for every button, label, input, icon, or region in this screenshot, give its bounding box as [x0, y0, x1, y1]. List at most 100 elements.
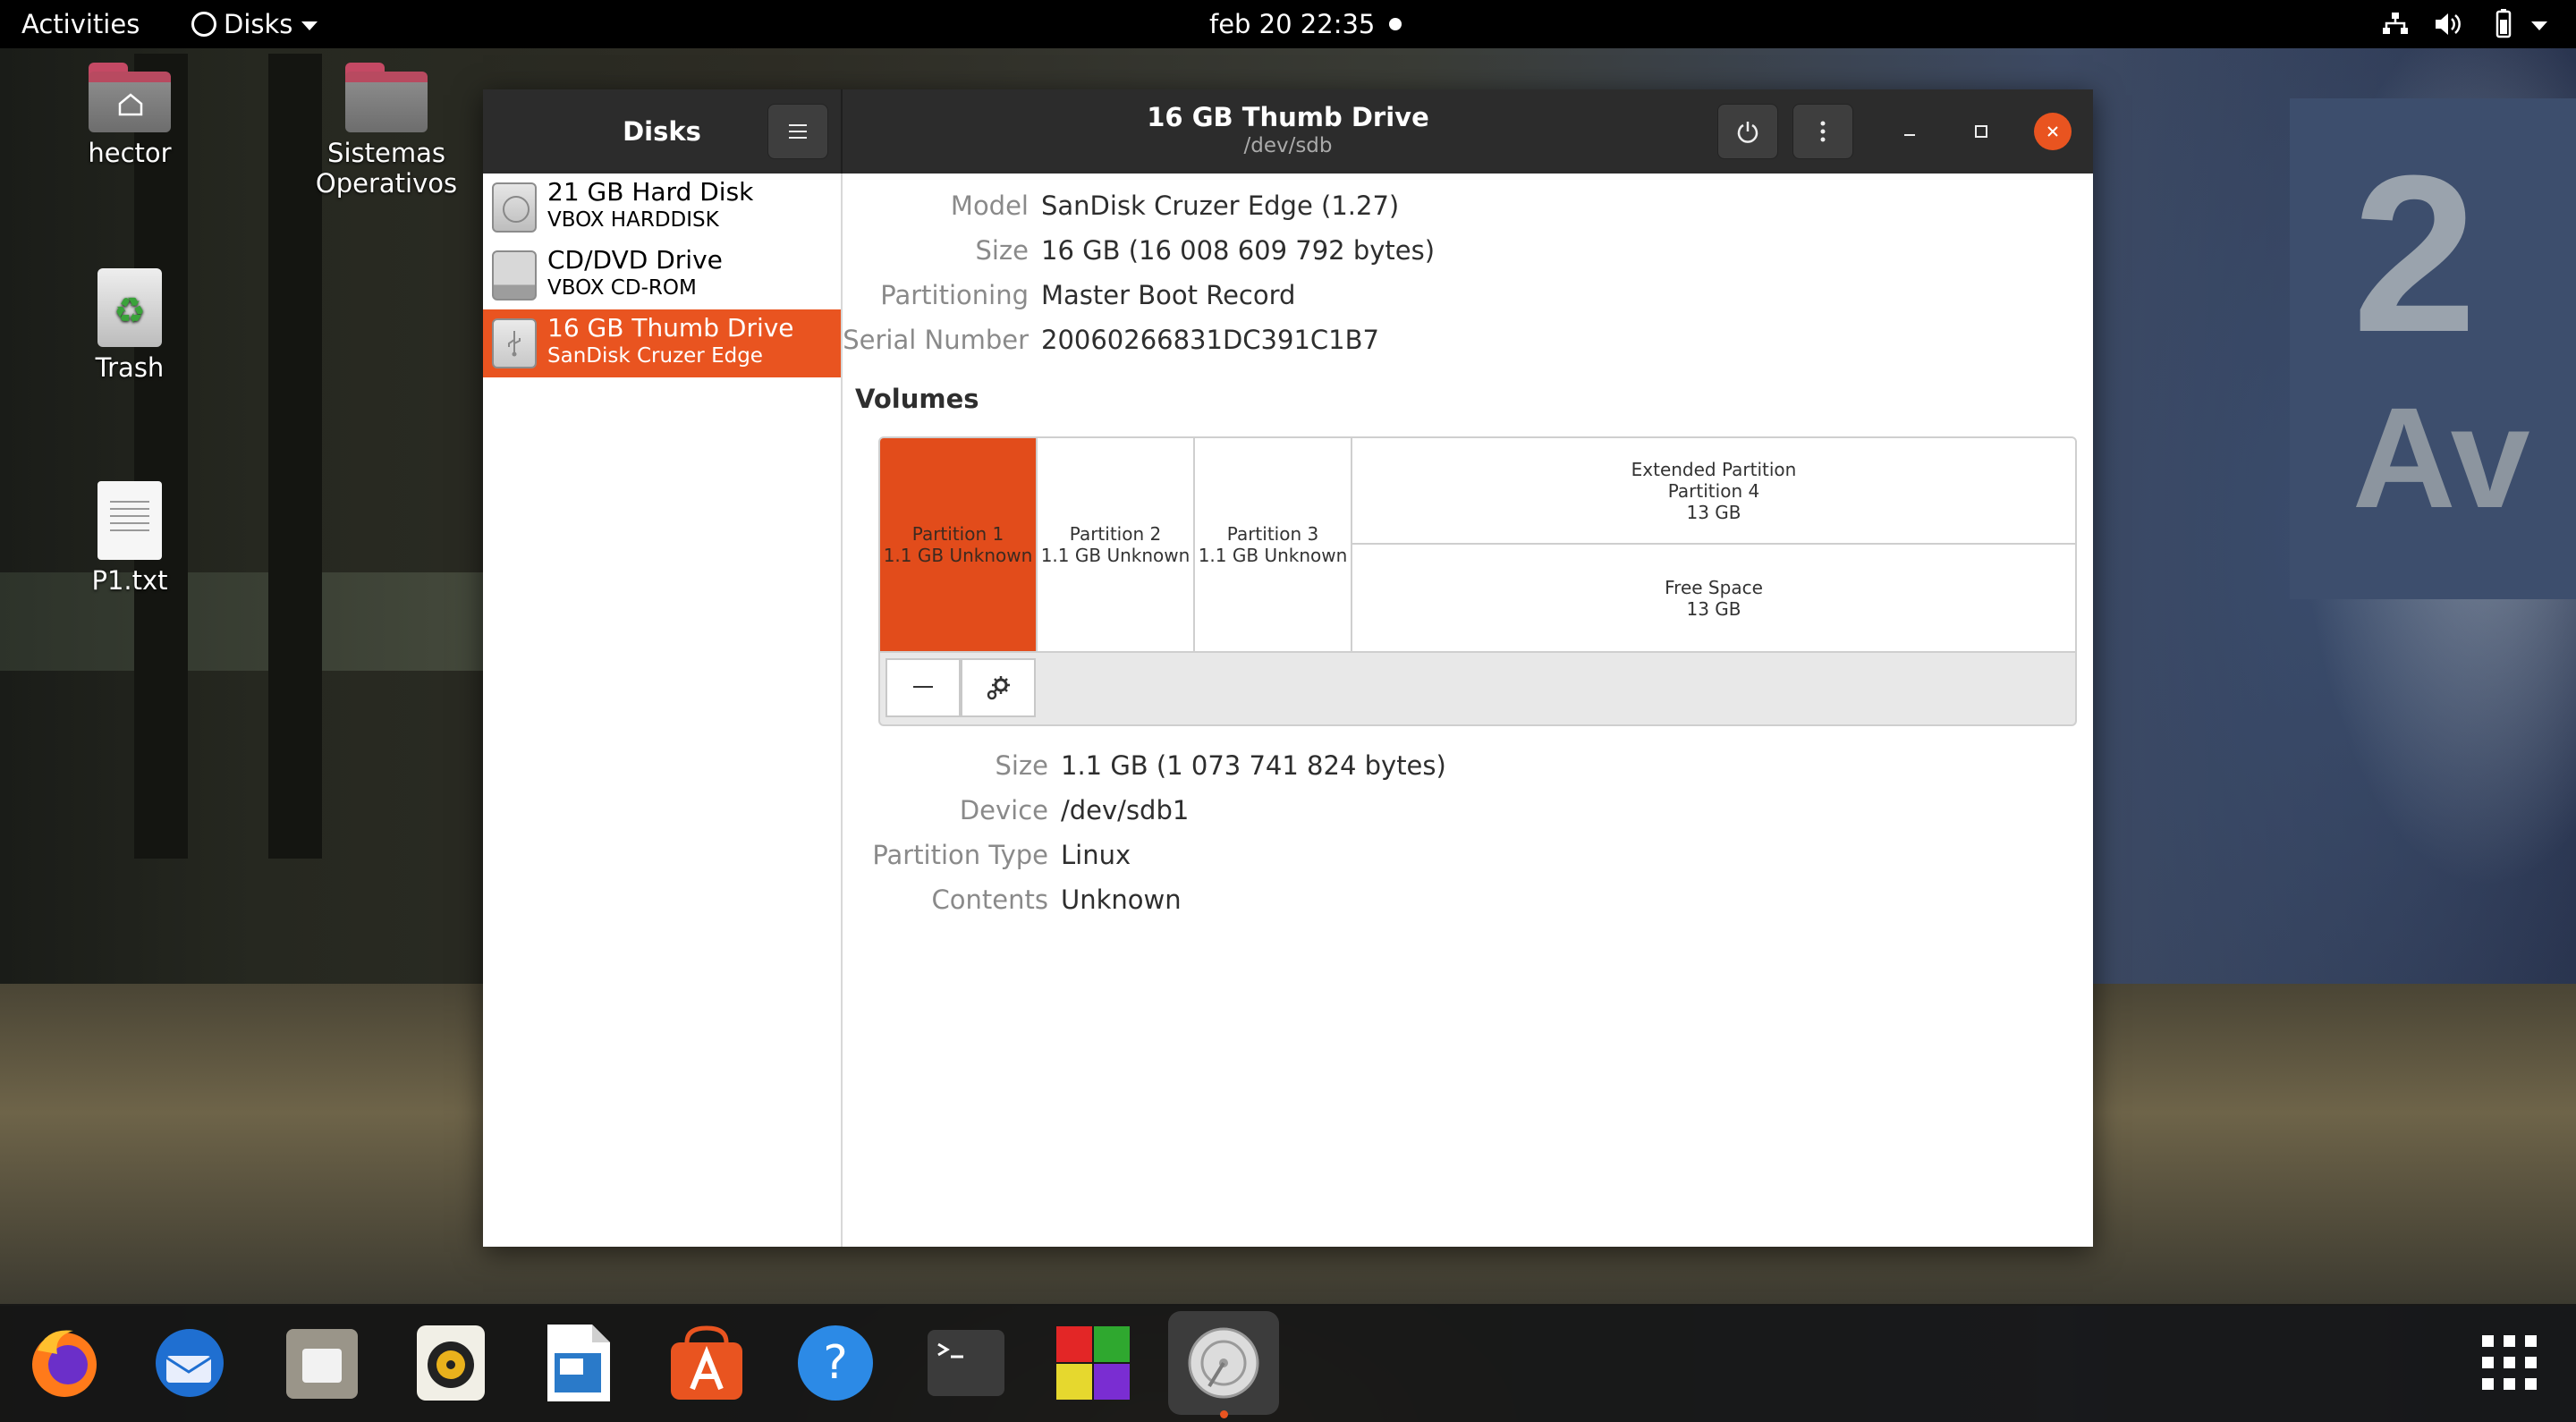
drive-item-thumb-drive[interactable]: 16 GB Thumb Drive SanDisk Cruzer Edge	[483, 309, 841, 377]
desktop-icon-label: Sistemas	[327, 138, 445, 168]
app-menu[interactable]: Disks	[191, 0, 318, 48]
drive-subtitle: VBOX HARDDISK	[547, 208, 719, 232]
optical-drive-icon	[492, 250, 537, 300]
drive-options-button[interactable]	[1792, 104, 1853, 159]
partition-detail: 1.1 GB Unknown	[1198, 545, 1348, 566]
maximize-button[interactable]	[1962, 113, 2000, 150]
extended-partition-block[interactable]: Extended Partition Partition 4 13 GB	[1352, 438, 2075, 545]
activities-button[interactable]: Activities	[21, 0, 140, 48]
free-space-block[interactable]: Free Space 13 GB	[1352, 545, 2075, 651]
chevron-down-icon	[301, 21, 318, 30]
free-space-line: 13 GB	[1686, 597, 1741, 620]
partition-type-value: Linux	[1061, 840, 1131, 870]
app-menu-label: Disks	[224, 9, 293, 39]
wallpaper-pillar	[134, 54, 188, 859]
hamburger-menu-button[interactable]	[767, 104, 828, 159]
close-button[interactable]	[2034, 113, 2072, 150]
device-label: Device	[959, 795, 1048, 825]
maximize-icon	[1975, 125, 1987, 138]
desktop-icon-trash[interactable]: ♻ Trash	[72, 268, 188, 383]
close-icon	[2047, 126, 2058, 137]
serial-number-label: Serial Number	[843, 325, 1029, 355]
software-center-icon[interactable]	[665, 1322, 748, 1404]
drive-subtitle: VBOX CD-ROM	[547, 276, 697, 300]
show-applications-icon[interactable]	[2469, 1322, 2551, 1404]
extended-line: 13 GB	[1686, 501, 1741, 523]
home-folder-icon	[89, 63, 171, 132]
hamburger-icon	[789, 124, 807, 139]
usb-drive-icon	[492, 318, 537, 368]
volume-size-label: Size	[995, 750, 1048, 781]
free-space-line: Free Space	[1665, 576, 1763, 598]
partition-3-block[interactable]: Partition 3 1.1 GB Unknown	[1195, 438, 1352, 651]
desktop-icon-sistemas[interactable]: Sistemas Operativos	[313, 63, 460, 199]
partitioning-value: Master Boot Record	[1041, 280, 1296, 310]
power-off-button[interactable]	[1717, 104, 1778, 159]
partition-detail: 1.1 GB Unknown	[883, 545, 1033, 566]
partition-1-block[interactable]: Partition 1 1.1 GB Unknown	[880, 438, 1038, 651]
size-label: Size	[975, 235, 1029, 266]
sidebar-header: Disks	[483, 89, 843, 174]
notification-dot	[1389, 18, 1402, 30]
battery-icon[interactable]	[2490, 0, 2517, 48]
partition-options-button[interactable]	[961, 658, 1036, 717]
virtualbox-icon[interactable]	[1052, 1322, 1134, 1404]
minimize-icon	[1904, 134, 1915, 136]
wallpaper-sign-text: Av	[2352, 377, 2530, 537]
window-title: 16 GB Thumb Drive	[1147, 102, 1429, 132]
volume-icon[interactable]	[2433, 0, 2463, 48]
disks-dock-icon[interactable]	[1168, 1311, 1279, 1418]
kebab-menu-icon	[1820, 121, 1826, 142]
header-bar: Disks 16 GB Thumb Drive /dev/sdb	[483, 89, 2093, 174]
files-icon[interactable]	[281, 1322, 363, 1404]
gears-icon	[987, 676, 1010, 700]
model-label: Model	[950, 190, 1029, 221]
partition-2-block[interactable]: Partition 2 1.1 GB Unknown	[1038, 438, 1195, 651]
partition-type-label: Partition Type	[872, 840, 1048, 870]
size-value: 16 GB (16 008 609 792 bytes)	[1041, 235, 1436, 266]
drive-list: 21 GB Hard Disk VBOX HARDDISK CD/DVD Dri…	[483, 174, 843, 1247]
drive-subtitle: SanDisk Cruzer Edge	[547, 344, 763, 368]
partition-name: Partition 3	[1226, 523, 1319, 545]
drive-item-hard-disk[interactable]: 21 GB Hard Disk VBOX HARDDISK	[483, 174, 841, 241]
desktop-icon-p1[interactable]: P1.txt	[72, 481, 188, 596]
desktop-icon-label: Trash	[95, 352, 165, 383]
help-icon[interactable]: ?	[794, 1322, 877, 1404]
writer-icon[interactable]	[537, 1322, 619, 1404]
thunderbird-icon[interactable]	[148, 1322, 231, 1404]
disks-app-icon	[191, 12, 216, 37]
drive-item-cd-dvd[interactable]: CD/DVD Drive VBOX CD-ROM	[483, 241, 841, 309]
running-indicator	[1220, 1410, 1228, 1418]
drive-details: Model SanDisk Cruzer Edge (1.27) Size 16…	[843, 174, 2093, 1247]
desktop-icon-label: Operativos	[315, 168, 458, 199]
firefox-icon[interactable]	[23, 1322, 106, 1404]
clock[interactable]: feb 20 22:35	[1209, 0, 1375, 48]
minimize-button[interactable]	[1891, 113, 1928, 150]
contents-label: Contents	[931, 885, 1048, 915]
system-menu-chevron-icon[interactable]	[2531, 0, 2547, 48]
volume-size-value: 1.1 GB (1 073 741 824 bytes)	[1061, 750, 1446, 781]
top-bar: Activities Disks feb 20 22:35	[0, 0, 2576, 48]
rhythmbox-icon[interactable]	[410, 1322, 492, 1404]
svg-text:?: ?	[823, 1336, 848, 1390]
disks-window: Disks 16 GB Thumb Drive /dev/sdb 21 GB H…	[483, 89, 2093, 1247]
partitioning-label: Partitioning	[880, 280, 1029, 310]
partition-name: Partition 2	[1069, 523, 1162, 545]
desktop-icon-home[interactable]: hector	[72, 63, 188, 168]
network-icon[interactable]	[2381, 0, 2410, 48]
partition-name: Partition 1	[911, 523, 1004, 545]
wallpaper-sign-number: 2	[2352, 129, 2478, 378]
desktop-icon-label: hector	[88, 138, 172, 168]
hard-disk-icon	[492, 182, 537, 233]
contents-value: Unknown	[1061, 885, 1182, 915]
delete-partition-button[interactable]	[886, 658, 961, 717]
extended-line: Extended Partition	[1631, 458, 1797, 480]
extended-line: Partition 4	[1667, 479, 1760, 502]
text-file-icon	[97, 481, 162, 560]
drive-title: 16 GB Thumb Drive	[547, 313, 794, 343]
model-value: SanDisk Cruzer Edge (1.27)	[1041, 190, 1400, 221]
dock: ?	[0, 1304, 2576, 1422]
serial-number-value: 20060266831DC391C1B7	[1041, 325, 1379, 355]
window-subtitle: /dev/sdb	[1243, 134, 1333, 157]
terminal-icon[interactable]	[925, 1322, 1007, 1404]
